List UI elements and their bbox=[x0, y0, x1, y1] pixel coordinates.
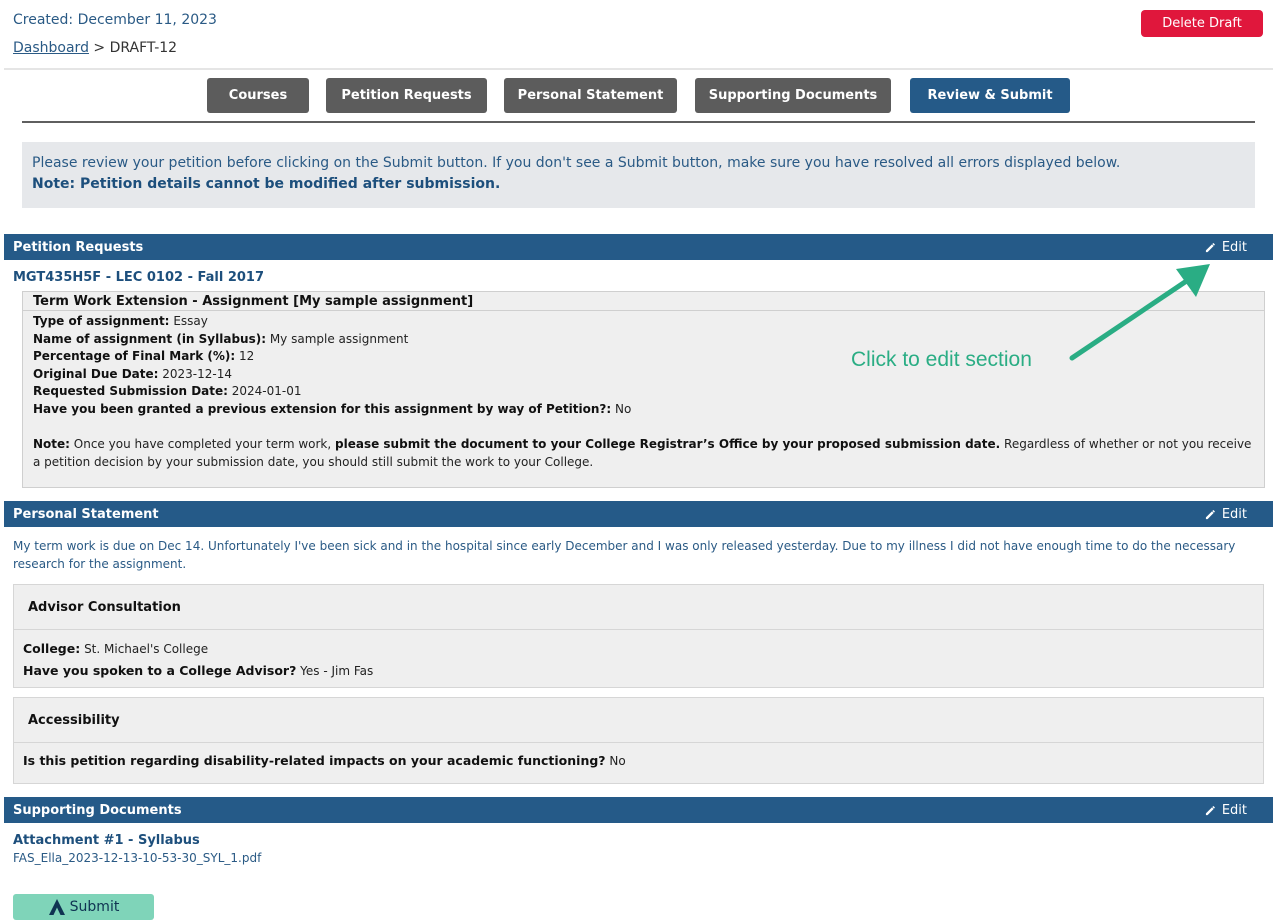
breadcrumb-separator: > bbox=[93, 40, 106, 56]
review-submit-page: Created: December 11, 2023 Dashboard > D… bbox=[4, 0, 1273, 924]
submit-label: Submit bbox=[69, 899, 120, 915]
delete-draft-button[interactable]: Delete Draft bbox=[1141, 10, 1263, 37]
logo-icon bbox=[48, 899, 65, 915]
page-header: Created: December 11, 2023 Dashboard > D… bbox=[4, 0, 1273, 70]
panel-title: Advisor Consultation bbox=[14, 585, 1263, 630]
field-row: Is this petition regarding disability-re… bbox=[23, 750, 1254, 772]
supporting-documents-header: Supporting Documents Edit bbox=[4, 797, 1273, 823]
created-date: Created: December 11, 2023 bbox=[13, 12, 217, 28]
edit-callout-label: Click to edit section bbox=[851, 348, 1032, 371]
breadcrumb-dashboard-link[interactable]: Dashboard bbox=[13, 40, 89, 56]
callout-arrow-icon bbox=[1069, 264, 1210, 361]
field-value: Essay bbox=[173, 314, 208, 328]
review-notice: Please review your petition before click… bbox=[22, 142, 1255, 208]
request-detail: - Assignment [My sample assignment] bbox=[187, 294, 474, 309]
submit-button[interactable]: Submit bbox=[13, 894, 154, 920]
tab-courses[interactable]: Courses bbox=[207, 78, 309, 113]
pencil-icon bbox=[1205, 509, 1215, 519]
field-value: 2024-01-01 bbox=[231, 384, 302, 398]
supporting-documents-edit-button[interactable]: Edit bbox=[1205, 797, 1247, 823]
tab-review-submit[interactable]: Review & Submit bbox=[910, 78, 1070, 113]
attachment-title: Attachment #1 - Syllabus bbox=[13, 833, 200, 848]
pencil-icon bbox=[1205, 242, 1215, 252]
attachment-file-link[interactable]: FAS_Ella_2023-12-13-10-53-30_SYL_1.pdf bbox=[13, 851, 261, 865]
field-row: Original Due Date: 2023-12-14 bbox=[33, 366, 1254, 384]
field-value: 2023-12-14 bbox=[162, 366, 232, 381]
note-text: Once you have completed your term work, bbox=[69, 437, 336, 451]
field-row: Requested Submission Date: 2024-01-01 bbox=[33, 383, 1254, 401]
field-label: Have you been granted a previous extensi… bbox=[33, 401, 612, 416]
section-title: Personal Statement bbox=[13, 506, 159, 522]
section-title: Petition Requests bbox=[13, 239, 144, 255]
field-value: Yes - Jim Fas bbox=[300, 664, 374, 678]
request-type: Term Work Extension bbox=[33, 294, 188, 309]
field-value: No bbox=[614, 401, 632, 416]
field-value: St. Michael's College bbox=[84, 642, 209, 656]
personal-statement-edit-button[interactable]: Edit bbox=[1205, 501, 1247, 527]
note-emphasis: please submit the document to your Colle… bbox=[335, 437, 1001, 451]
field-label: Have you spoken to a College Advisor? bbox=[23, 663, 297, 678]
notice-warning: Note: Petition details cannot be modifie… bbox=[32, 176, 501, 192]
breadcrumb-current: DRAFT-12 bbox=[109, 40, 178, 56]
field-value: No bbox=[609, 754, 626, 768]
field-label: Requested Submission Date: bbox=[33, 384, 228, 398]
panel-body: College: St. Michael's College Have you … bbox=[14, 630, 1263, 690]
submission-note: Note: Once you have completed your term … bbox=[33, 436, 1254, 471]
panel-title: Accessibility bbox=[14, 698, 1263, 743]
note-label: Note: bbox=[33, 437, 70, 451]
tab-petition-requests[interactable]: Petition Requests bbox=[326, 78, 487, 113]
field-label: Original Due Date: bbox=[33, 366, 159, 381]
panel-body: Is this petition regarding disability-re… bbox=[14, 743, 1263, 780]
pencil-icon bbox=[1205, 805, 1215, 815]
field-row: College: St. Michael's College bbox=[23, 638, 1254, 660]
step-tabs: Courses Petition Requests Personal State… bbox=[4, 78, 1273, 114]
field-value: 12 bbox=[239, 349, 255, 363]
accessibility-panel: Accessibility Is this petition regarding… bbox=[13, 697, 1264, 784]
field-label: Name of assignment (in Syllabus): bbox=[33, 331, 266, 346]
tab-personal-statement[interactable]: Personal Statement bbox=[504, 78, 677, 113]
personal-statement-header: Personal Statement Edit bbox=[4, 501, 1273, 527]
advisor-consultation-panel: Advisor Consultation College: St. Michae… bbox=[13, 584, 1264, 688]
notice-instructions: Please review your petition before click… bbox=[32, 155, 1121, 171]
field-row: Have you spoken to a College Advisor? Ye… bbox=[23, 660, 1254, 682]
personal-statement-text: My term work is due on Dec 14. Unfortuna… bbox=[13, 539, 1236, 571]
breadcrumb: Dashboard > DRAFT-12 bbox=[13, 40, 177, 56]
field-label: Percentage of Final Mark (%): bbox=[33, 349, 236, 363]
tab-supporting-documents[interactable]: Supporting Documents bbox=[695, 78, 891, 113]
field-row: Have you been granted a previous extensi… bbox=[33, 401, 1254, 419]
edit-label: Edit bbox=[1221, 506, 1247, 522]
edit-label: Edit bbox=[1221, 802, 1247, 818]
edit-label: Edit bbox=[1221, 239, 1247, 255]
field-label: Is this petition regarding disability-re… bbox=[23, 753, 606, 768]
tabs-divider bbox=[22, 121, 1255, 123]
field-label: Type of assignment: bbox=[33, 314, 170, 328]
field-value: My sample assignment bbox=[269, 331, 409, 346]
field-label: College: bbox=[23, 641, 81, 656]
section-title: Supporting Documents bbox=[13, 802, 182, 818]
course-title: MGT435H5F - LEC 0102 - Fall 2017 bbox=[13, 270, 265, 285]
